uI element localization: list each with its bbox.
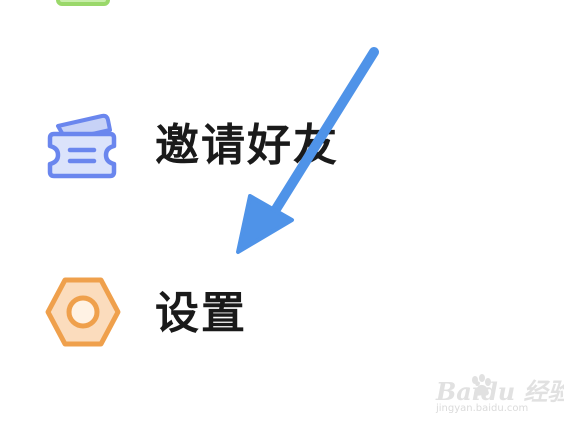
partial-menu-icon xyxy=(56,0,110,6)
ticket-icon xyxy=(47,113,117,179)
menu-item-label: 设置 xyxy=(155,288,247,339)
watermark-brand: Baidu 经验 xyxy=(436,377,564,406)
menu-item-settings[interactable]: 设置 xyxy=(0,252,564,372)
hexagon-nut-icon xyxy=(45,277,121,347)
baidu-watermark: Baidu 经验 jingyan.baidu.com xyxy=(430,370,564,420)
watermark-url: jingyan.baidu.com xyxy=(436,403,529,414)
menu-item-invite-friends[interactable]: 邀请好友 xyxy=(0,85,564,205)
menu-item-label: 邀请好友 xyxy=(155,120,339,171)
paw-icon xyxy=(472,374,491,396)
